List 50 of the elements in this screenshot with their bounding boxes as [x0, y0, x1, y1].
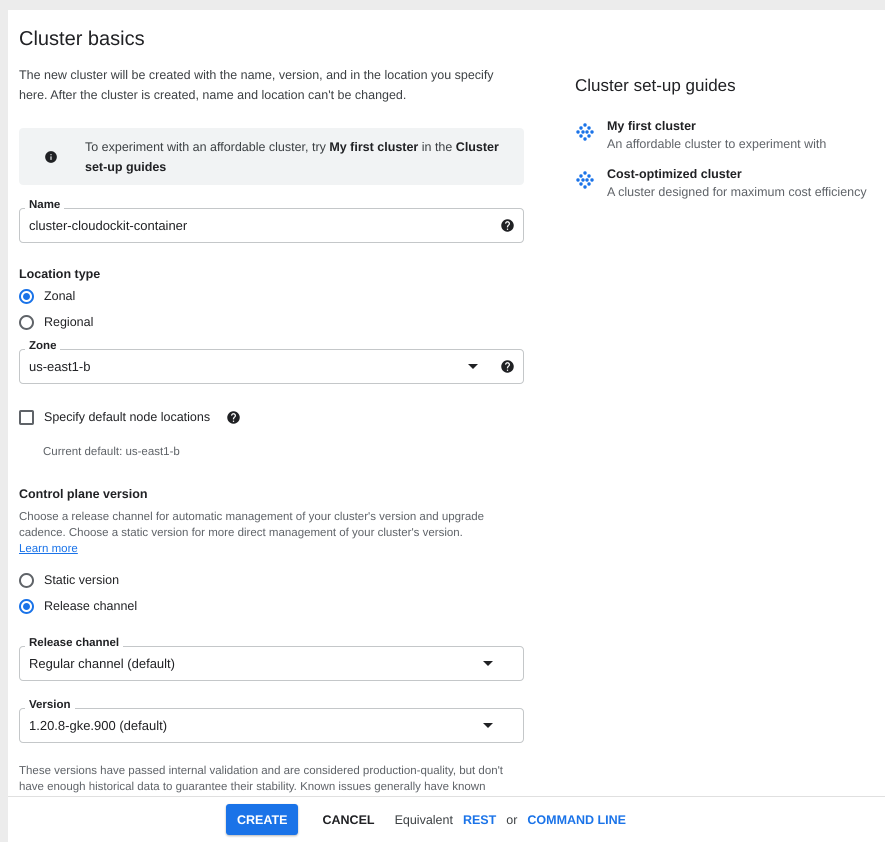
section-heading: Location type [19, 267, 102, 281]
field-value: 1.20.8-gke.900 (default) [29, 718, 168, 733]
cancel-button[interactable]: CANCEL [322, 812, 375, 826]
help-icon[interactable] [226, 410, 242, 424]
create-button[interactable]: CREATE [226, 804, 298, 835]
info-text: To experiment with an affordable cluster, try My first cluster in the Cluster set-up guides [85, 138, 500, 176]
select-field[interactable]: 1.20.8-gke.900 (default) [19, 708, 524, 743]
or-text: or [506, 812, 518, 826]
cluster-dots-icon [575, 170, 595, 190]
field-label: Zone [25, 340, 60, 352]
guide-link[interactable]: Cost-optimized cluster [607, 166, 867, 182]
page-title: Cluster basics [19, 28, 146, 51]
radio-button[interactable] [19, 288, 34, 304]
info-icon [44, 150, 58, 164]
text-field[interactable]: cluster-cloudockit-container [19, 208, 524, 243]
field-label: Release channel [25, 637, 124, 649]
checkbox-label: Specify default node locations [44, 410, 210, 424]
cluster-dots-icon [575, 122, 595, 142]
hint-text: Current default: us-east1-b [43, 446, 181, 458]
equivalent-text: Equivalent [394, 812, 453, 826]
radio-label: Regional [44, 315, 94, 329]
radio-label: Static version [44, 573, 120, 587]
guides-title: Cluster set-up guides [575, 76, 737, 96]
guide-description: An affordable cluster to experiment with [607, 136, 826, 153]
radio-button[interactable] [19, 314, 34, 330]
help-icon[interactable] [500, 218, 515, 233]
radio-button[interactable] [19, 572, 34, 588]
radio-label: Release channel [44, 599, 138, 613]
dropdown-caret-icon [483, 723, 493, 728]
rest-link[interactable]: REST [462, 812, 496, 826]
help-icon[interactable] [500, 359, 515, 374]
field-value: us-east1-b [29, 359, 92, 374]
field-value: cluster-cloudockit-container [29, 218, 188, 233]
description-text: The new cluster will be created with the name, version, and in the location you specify here. After the cluster is created, name and location can't be changed. [19, 67, 495, 104]
field-value: Regular channel (default) [29, 656, 176, 671]
version-note: These versions have passed internal validation and are considered production-quality, but don't have enough historical data to guarantee their stability. Known issues generally have known [19, 764, 504, 795]
learn-more-link[interactable]: Learn more [19, 543, 78, 555]
select-field[interactable]: us-east1-b [19, 349, 524, 384]
description-text: Choose a release channel for automatic management of your cluster's version and upgrade cadence. Choose a static version for more direct management of your cluster's version. Learn more [19, 510, 486, 557]
guide-link[interactable]: My first cluster [607, 118, 826, 134]
field-label: Name [25, 199, 64, 211]
guide-description: A cluster designed for maximum cost efficiency [607, 184, 867, 201]
dropdown-caret-icon [483, 661, 493, 666]
dropdown-caret-icon [468, 364, 478, 369]
radio-button[interactable] [19, 598, 34, 614]
field-label: Version [25, 699, 75, 711]
checkbox[interactable] [19, 410, 34, 424]
command-line-link[interactable]: COMMAND LINE [527, 812, 626, 826]
radio-label: Zonal [44, 289, 76, 303]
section-heading: Control plane version [19, 487, 148, 501]
